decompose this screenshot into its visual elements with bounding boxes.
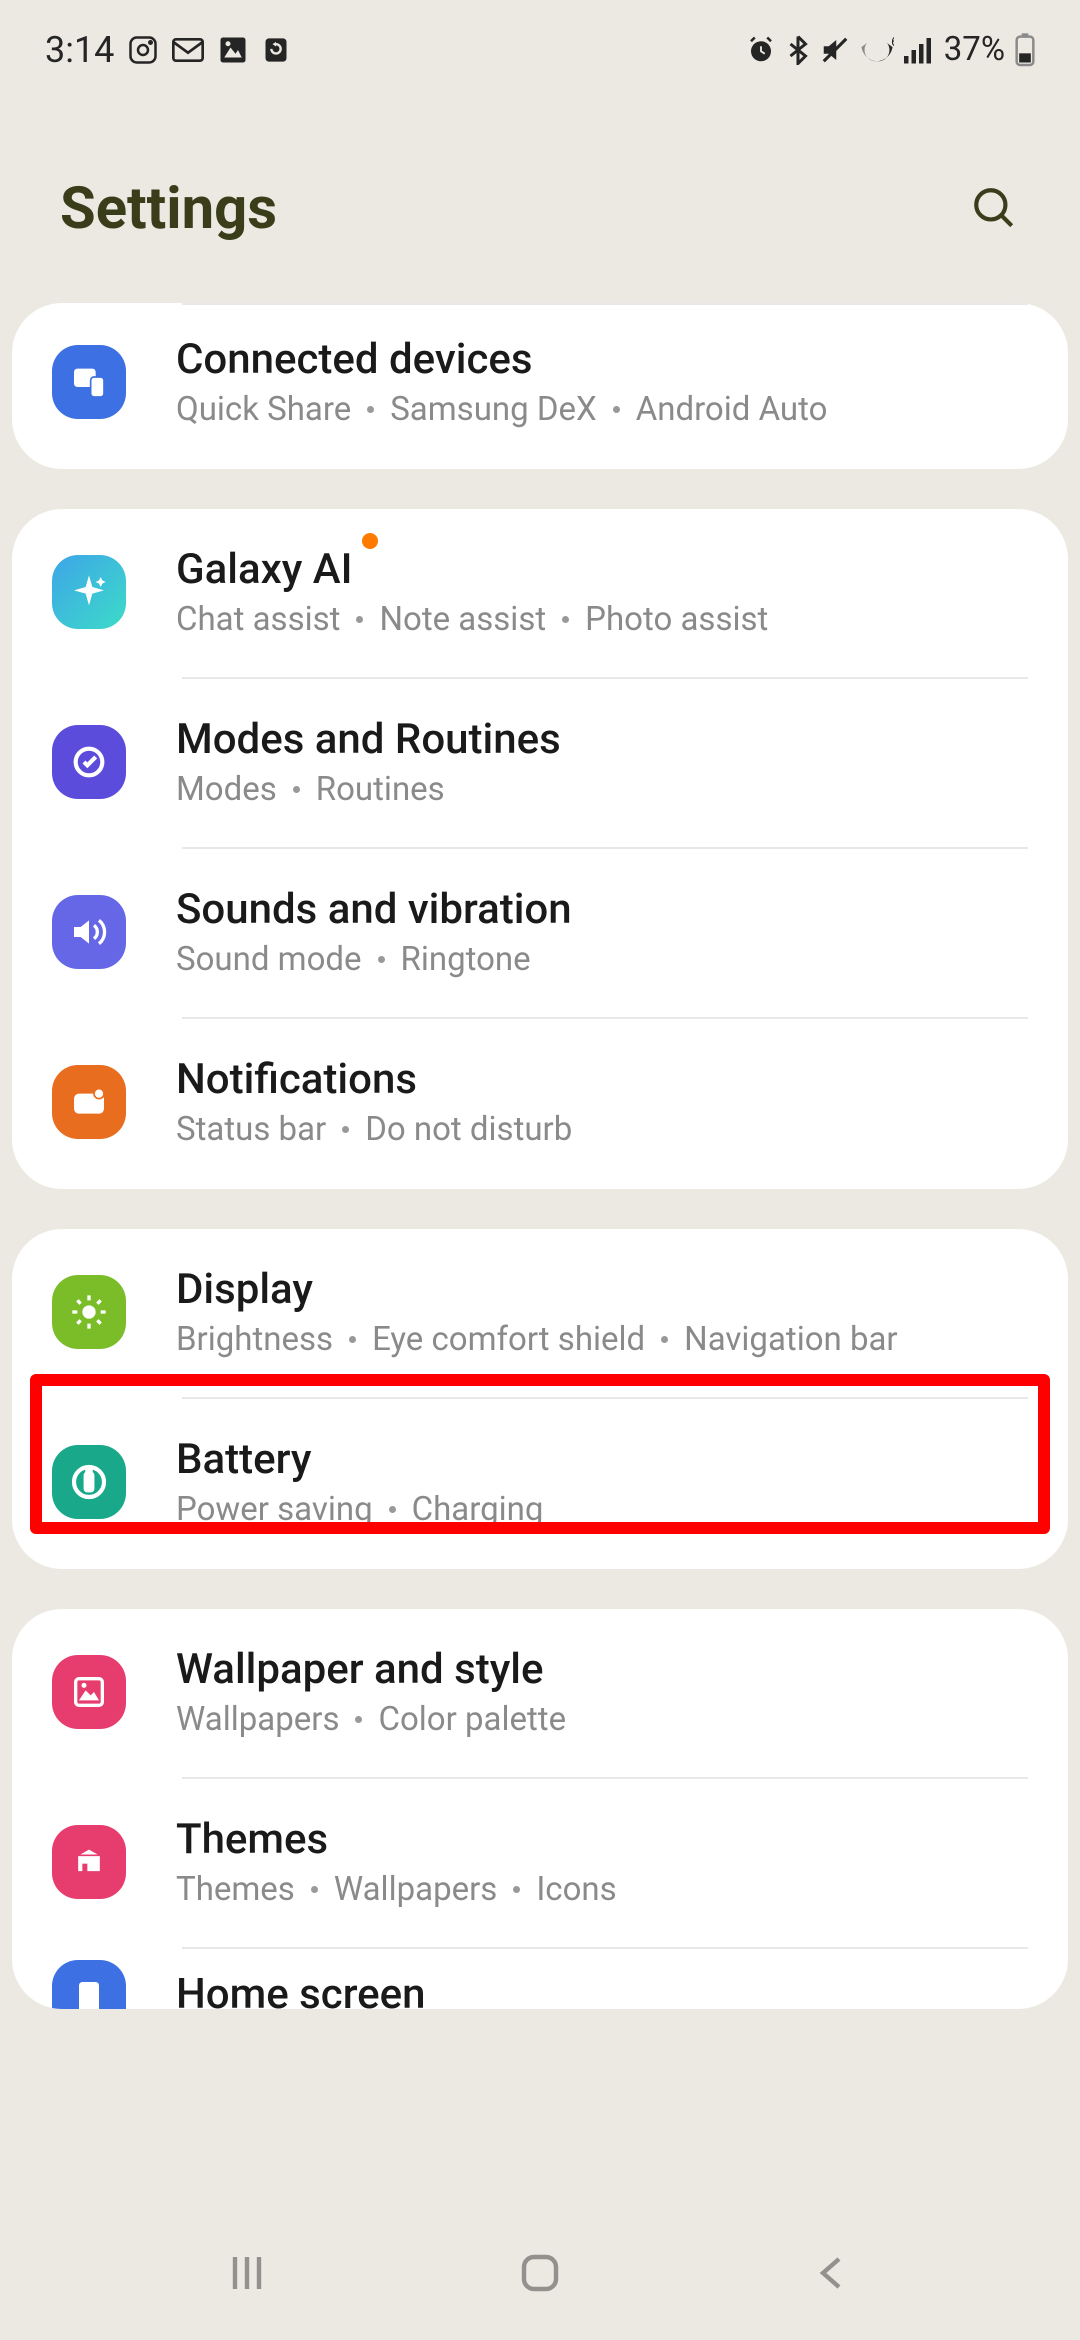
- item-title: Wallpaper and style: [176, 1645, 1028, 1694]
- item-text: Home screen: [176, 1970, 1028, 2010]
- settings-item-battery[interactable]: Battery Power savingCharging: [12, 1399, 1068, 1569]
- item-title: Notifications: [176, 1055, 1028, 1104]
- item-subtitle: Quick ShareSamsung DeXAndroid Auto: [176, 390, 1028, 429]
- display-icon: [52, 1275, 126, 1349]
- item-text: Modes and Routines ModesRoutines: [176, 715, 1028, 809]
- signal-icon: [904, 36, 934, 64]
- item-text: Sounds and vibration Sound modeRingtone: [176, 885, 1028, 979]
- item-text: Notifications Status barDo not disturb: [176, 1055, 1028, 1149]
- search-button[interactable]: [970, 184, 1020, 234]
- navigation-bar: [0, 2210, 1080, 2340]
- gmail-icon: [172, 35, 204, 65]
- item-subtitle: ModesRoutines: [176, 770, 1028, 809]
- modes-routines-icon: [52, 725, 126, 799]
- wifi-icon: 6: [860, 36, 894, 64]
- nav-recents-button[interactable]: [223, 2249, 271, 2301]
- settings-group-4: Wallpaper and style WallpapersColor pale…: [12, 1609, 1068, 2009]
- svg-text:6: 6: [891, 36, 894, 50]
- item-text: Wallpaper and style WallpapersColor pale…: [176, 1645, 1028, 1739]
- home-screen-icon: [52, 1960, 126, 2009]
- item-title: Sounds and vibration: [176, 885, 1028, 934]
- item-subtitle: Chat assistNote assistPhoto assist: [176, 600, 1028, 639]
- settings-item-display[interactable]: Display BrightnessEye comfort shieldNavi…: [12, 1229, 1068, 1399]
- item-title: Themes: [176, 1815, 1028, 1864]
- settings-item-home-screen[interactable]: Home screen: [12, 1949, 1068, 2009]
- bluetooth-icon: [786, 35, 810, 65]
- galaxy-ai-icon: [52, 555, 126, 629]
- status-bar: 3:14 6 37%: [0, 0, 1080, 95]
- item-title: Modes and Routines: [176, 715, 1028, 764]
- item-subtitle: Sound modeRingtone: [176, 940, 1028, 979]
- item-title: Home screen: [176, 1970, 1028, 2010]
- item-text: Galaxy AI Chat assistNote assistPhoto as…: [176, 545, 1028, 639]
- item-subtitle: ThemesWallpapersIcons: [176, 1870, 1028, 1909]
- page-title: Settings: [60, 175, 277, 243]
- sounds-icon: [52, 895, 126, 969]
- item-title: Connected devices: [176, 335, 1028, 384]
- settings-item-galaxy-ai[interactable]: Galaxy AI Chat assistNote assistPhoto as…: [12, 509, 1068, 679]
- battery-percentage: 37%: [944, 30, 1005, 69]
- nav-home-button[interactable]: [516, 2249, 564, 2301]
- item-title: Battery: [176, 1435, 1028, 1484]
- themes-icon: [52, 1825, 126, 1899]
- item-subtitle: WallpapersColor palette: [176, 1700, 1028, 1739]
- new-badge: [362, 533, 378, 549]
- item-text: Battery Power savingCharging: [176, 1435, 1028, 1529]
- settings-item-wallpaper-style[interactable]: Wallpaper and style WallpapersColor pale…: [12, 1609, 1068, 1779]
- item-text: Connected devices Quick ShareSamsung DeX…: [176, 335, 1028, 429]
- nav-back-button[interactable]: [809, 2249, 857, 2301]
- header: Settings: [0, 95, 1080, 303]
- item-subtitle: Status barDo not disturb: [176, 1110, 1028, 1149]
- item-subtitle: Power savingCharging: [176, 1490, 1028, 1529]
- update-icon: [262, 35, 290, 65]
- settings-item-sounds-vibration[interactable]: Sounds and vibration Sound modeRingtone: [12, 849, 1068, 1019]
- connected-devices-icon: [52, 345, 126, 419]
- mute-icon: [820, 35, 850, 65]
- settings-item-themes[interactable]: Themes ThemesWallpapersIcons: [12, 1779, 1068, 1949]
- gallery-icon: [218, 35, 248, 65]
- status-time: 3:14: [45, 29, 114, 71]
- notifications-icon: [52, 1065, 126, 1139]
- item-text: Display BrightnessEye comfort shieldNavi…: [176, 1265, 1028, 1359]
- settings-item-notifications[interactable]: Notifications Status barDo not disturb: [12, 1019, 1068, 1189]
- alarm-icon: [746, 35, 776, 65]
- settings-group-1: Connected devices Quick ShareSamsung DeX…: [12, 303, 1068, 469]
- status-left: 3:14: [45, 29, 290, 71]
- item-text: Themes ThemesWallpapersIcons: [176, 1815, 1028, 1909]
- item-subtitle: BrightnessEye comfort shieldNavigation b…: [176, 1320, 1028, 1359]
- settings-group-2: Galaxy AI Chat assistNote assistPhoto as…: [12, 509, 1068, 1189]
- status-right: 6 37%: [746, 30, 1035, 69]
- item-title: Display: [176, 1265, 1028, 1314]
- settings-item-modes-routines[interactable]: Modes and Routines ModesRoutines: [12, 679, 1068, 849]
- battery-icon: [1015, 33, 1035, 67]
- battery-settings-icon: [52, 1445, 126, 1519]
- item-title: Galaxy AI: [176, 545, 1028, 594]
- wallpaper-icon: [52, 1655, 126, 1729]
- settings-item-connected-devices[interactable]: Connected devices Quick ShareSamsung DeX…: [12, 303, 1068, 469]
- settings-group-3: Display BrightnessEye comfort shieldNavi…: [12, 1229, 1068, 1569]
- instagram-icon: [128, 35, 158, 65]
